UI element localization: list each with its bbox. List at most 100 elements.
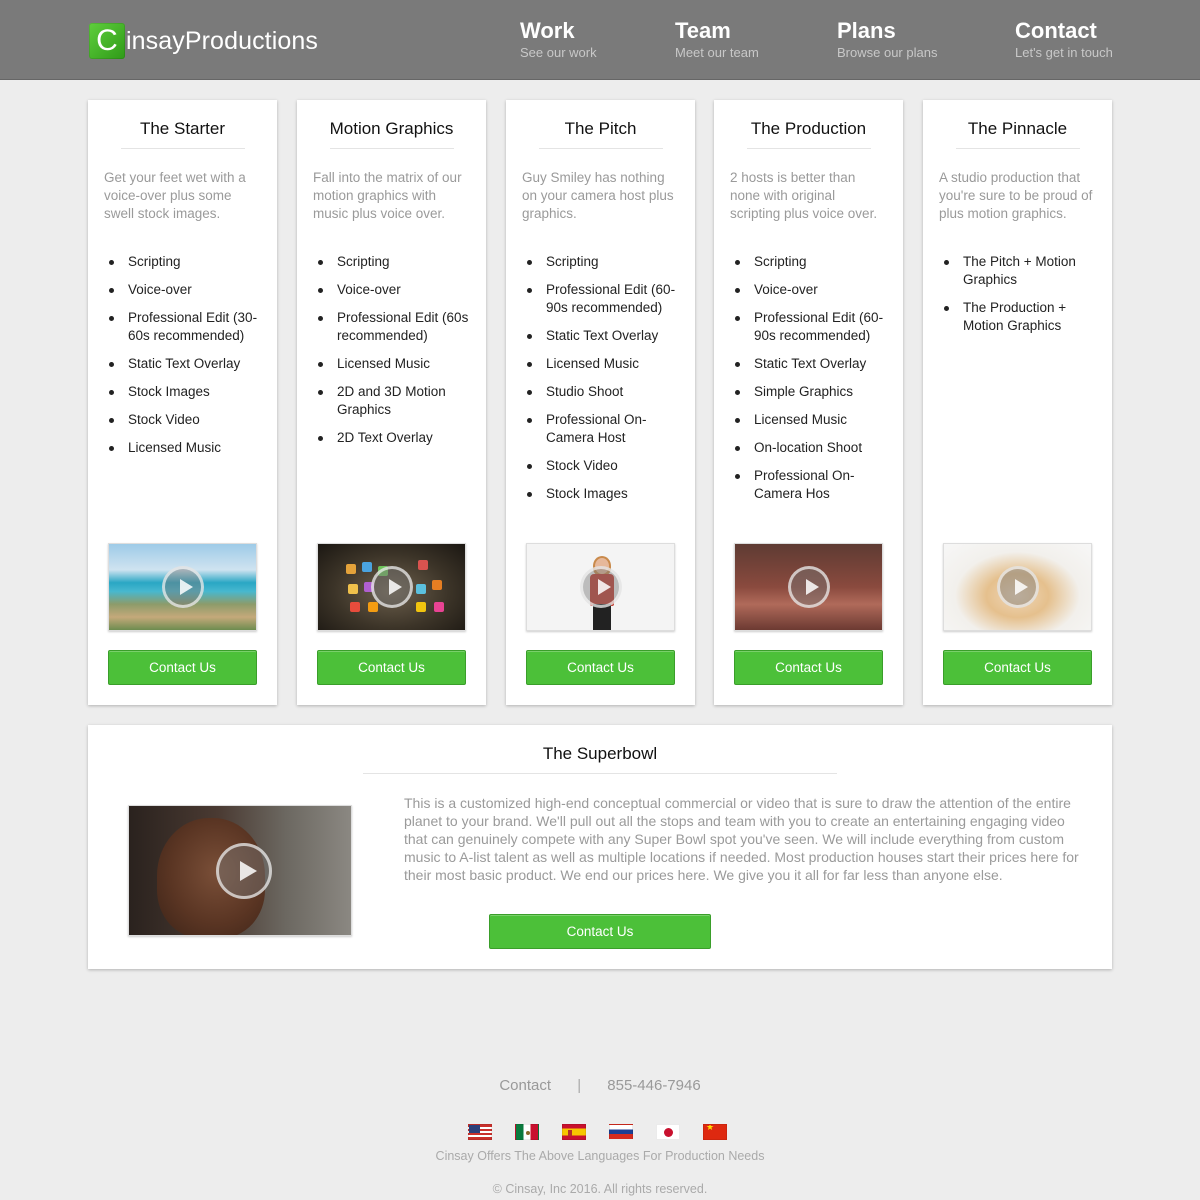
plan-card-starter: The Starter Get your feet wet with a voi… [88,100,277,705]
nav-title: Work [520,18,575,43]
feature-item: Licensed Music [318,355,470,373]
feature-item: Professional Edit (60-90s recommended) [735,309,887,345]
japan-flag-icon[interactable] [656,1124,680,1140]
feature-item: Licensed Music [527,355,679,373]
feature-item: Licensed Music [109,439,261,457]
contact-us-button[interactable]: Contact Us [734,650,883,685]
feature-list: The Pitch + Motion Graphics The Producti… [923,253,1112,335]
feature-list: Scripting Professional Edit (60-90s reco… [506,253,695,503]
video-thumbnail[interactable] [128,805,352,936]
play-icon[interactable] [370,566,413,608]
contact-us-button[interactable]: Contact Us [317,650,466,685]
play-icon[interactable] [161,566,204,608]
nav-subtitle: Let's get in touch [1015,45,1113,60]
plan-title: The Pinnacle [967,119,1068,138]
feature-item: On-location Shoot [735,439,887,457]
logo-text: insayProductions [126,26,318,55]
feature-item: Studio Shoot [527,383,679,401]
feature-item: Static Text Overlay [109,355,261,373]
app-icon [348,584,358,594]
feature-item: 2D and 3D Motion Graphics [318,383,470,419]
plan-title: The Production [750,119,867,138]
plan-title: The Starter [139,119,226,138]
footer-separator: | [577,1077,582,1094]
section-description: This is a customized high-end conceptual… [404,795,1079,883]
plan-title: Motion Graphics [329,119,454,138]
app-icon [418,560,428,570]
logo-mark: C [89,23,125,59]
feature-item: Professional Edit (60-90s recommended) [527,281,679,317]
nav-subtitle: Browse our plans [837,45,938,60]
nav-title: Team [675,18,731,43]
contact-us-button[interactable]: Contact Us [108,650,257,685]
app-icon [346,564,356,574]
feature-item: Stock Images [527,485,679,503]
nav-title: Contact [1015,18,1097,43]
play-icon[interactable] [216,842,273,899]
app-icon [434,602,444,612]
feature-item: Scripting [109,253,261,271]
divider [955,148,1080,149]
divider [363,773,837,774]
feature-list: Scripting Voice-over Professional Edit (… [714,253,903,503]
feature-item: Static Text Overlay [735,355,887,373]
divider [329,148,454,149]
video-thumbnail[interactable] [943,543,1092,631]
feature-item: Voice-over [318,281,470,299]
nav-work[interactable]: Work See our work [520,18,597,61]
plan-description: Get your feet wet with a voice-over plus… [104,170,246,221]
feature-item: Professional On-Camera Host [527,411,679,447]
feature-item: Simple Graphics [735,383,887,401]
plan-description: A studio production that you're sure to … [939,170,1093,221]
feature-item: Professional Edit (30-60s recommended) [109,309,261,345]
nav-title: Plans [837,18,896,43]
video-thumbnail[interactable] [734,543,883,631]
contact-us-button[interactable]: Contact Us [943,650,1092,685]
feature-item: Professional Edit (60s recommended) [318,310,469,343]
plan-description: Fall into the matrix of our motion graph… [313,170,462,221]
contact-us-button[interactable]: Contact Us [526,650,675,685]
app-icon [368,602,378,612]
video-thumbnail[interactable] [526,543,675,631]
feature-item: Static Text Overlay [527,327,679,345]
app-icon [350,602,360,612]
play-icon[interactable] [787,566,830,608]
contact-us-button[interactable]: Contact Us [489,914,711,949]
nav-team[interactable]: Team Meet our team [675,18,759,61]
footer-contact-link[interactable]: Contact [499,1077,551,1094]
video-thumbnail[interactable] [317,543,466,631]
feature-item: The Pitch + Motion Graphics [944,253,1096,289]
us-flag-icon[interactable] [468,1124,492,1140]
feature-item: Scripting [318,253,470,271]
plan-description: 2 hosts is better than none with origina… [730,170,878,221]
spain-flag-icon[interactable] [562,1124,586,1140]
feature-item: The Production + Motion Graphics [944,299,1096,335]
feature-list: Scripting Voice-over Professional Edit (… [88,253,277,457]
feature-item: Stock Images [109,383,261,401]
nav-plans[interactable]: Plans Browse our plans [837,18,937,61]
app-icon [362,562,372,572]
video-thumbnail[interactable] [108,543,257,631]
divider [538,148,663,149]
divider [746,148,871,149]
play-icon[interactable] [579,566,622,608]
play-icon[interactable] [996,566,1039,608]
copyright: © Cinsay, Inc 2016. All rights reserved. [492,1182,708,1196]
feature-item: Licensed Music [735,411,887,429]
feature-list: Scripting Voice-over Professional Edit (… [297,253,486,447]
mexico-flag-icon[interactable] [515,1124,539,1140]
feature-item: 2D Text Overlay [318,429,470,447]
feature-item: Stock Video [527,457,679,475]
plan-card-production: The Production 2 hosts is better than no… [714,100,903,705]
china-flag-icon[interactable] [703,1124,727,1140]
app-icon [432,580,442,590]
feature-item: Scripting [735,253,887,271]
nav-contact[interactable]: Contact Let's get in touch [1015,18,1113,61]
russia-flag-icon[interactable] [609,1124,633,1140]
site-header: C insayProductions Work See our work Tea… [0,0,1200,80]
feature-item: Stock Video [109,411,261,429]
footer-phone[interactable]: 855-446-7946 [607,1077,700,1094]
logo[interactable]: C insayProductions [89,23,318,59]
nav-subtitle: See our work [520,45,597,60]
divider [120,148,245,149]
